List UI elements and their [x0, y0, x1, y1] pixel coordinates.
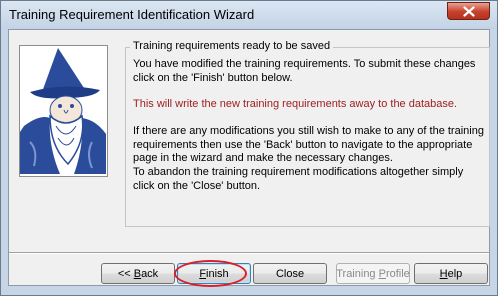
groupbox-legend: Training requirements ready to be saved [130, 40, 334, 52]
wizard-body: Training requirements ready to be saved … [8, 29, 490, 287]
window-close-button[interactable] [447, 2, 490, 20]
back-button-prefix: << [117, 267, 134, 280]
back-button[interactable]: << Back [101, 263, 175, 284]
button-separator [9, 252, 489, 254]
wizard-icon [20, 46, 107, 176]
help-button-mnemonic: H [439, 267, 448, 280]
training-profile-button[interactable]: Training Profile [336, 263, 410, 284]
finish-button[interactable]: Finish [177, 263, 251, 284]
profile-button-mnemonic: P [378, 267, 386, 280]
back-instructions-paragraph: If there are any modifications you still… [133, 125, 484, 164]
warning-paragraph: This will write the new training require… [133, 98, 458, 110]
close-x-icon [462, 5, 475, 17]
help-button[interactable]: Help [414, 263, 488, 284]
wizard-image [19, 45, 108, 177]
back-button-rest: ack [141, 267, 159, 280]
close-button[interactable]: Close [253, 263, 327, 284]
back-button-mnemonic: B [133, 267, 142, 280]
info-paragraph: You have modified the training requireme… [133, 58, 476, 84]
finish-button-rest: inish [206, 267, 229, 280]
finish-button-mnemonic: F [199, 267, 207, 280]
profile-button-rest: rofile [385, 267, 410, 280]
help-button-rest: elp [447, 267, 463, 280]
close-instructions-paragraph: To abandon the training requirement modi… [133, 166, 464, 192]
title-bar[interactable]: Training Requirement Identification Wiza… [1, 1, 497, 29]
close-button-label: Close [275, 267, 305, 280]
wizard-window: Training Requirement Identification Wiza… [0, 0, 498, 296]
window-title: Training Requirement Identification Wiza… [9, 7, 255, 22]
profile-button-prefix: Training [336, 267, 379, 280]
